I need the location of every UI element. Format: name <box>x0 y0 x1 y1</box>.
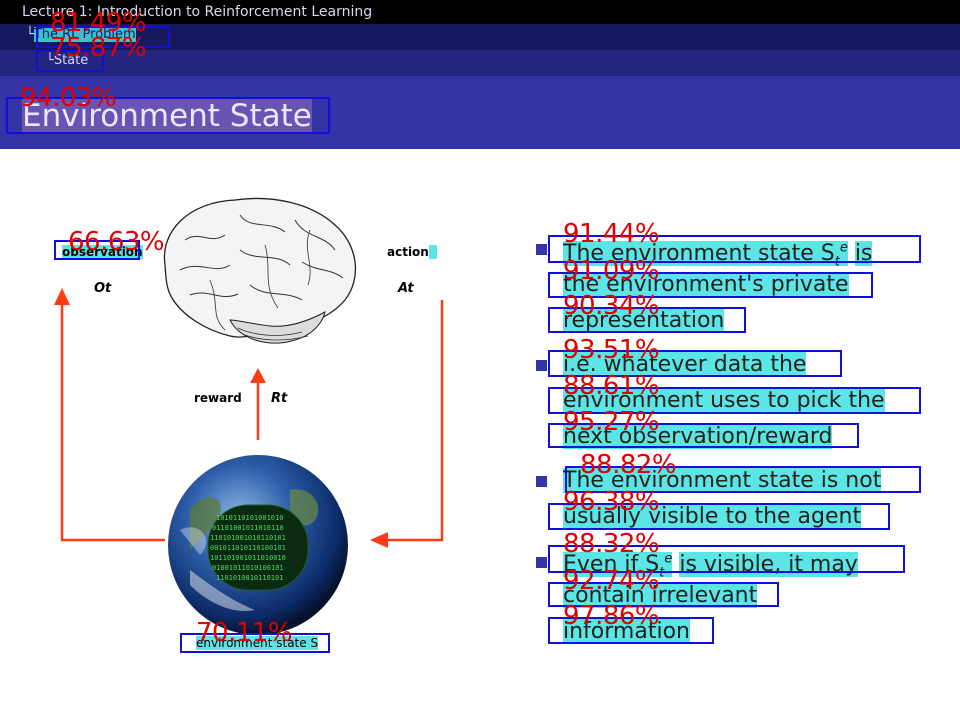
svg-text:01101001011010110: 01101001011010110 <box>212 524 284 532</box>
confidence-score: 75.87% <box>50 33 147 63</box>
bullet-marker <box>536 557 547 568</box>
confidence-score: 92.74% <box>563 566 660 596</box>
confidence-score: 95.27% <box>563 407 660 437</box>
confidence-score: 66.63% <box>68 227 165 257</box>
confidence-score: 91.09% <box>563 256 660 286</box>
observation-arrow <box>60 300 165 542</box>
reward-label: reward <box>194 391 242 405</box>
reward-symbol: Rt <box>271 391 288 406</box>
action-arrow <box>385 300 444 542</box>
confidence-score: 91.44% <box>563 219 660 249</box>
brain-icon <box>163 197 357 344</box>
confidence-score: 88.32% <box>563 529 660 559</box>
bullet-marker <box>536 476 547 487</box>
confidence-score: 96.38% <box>563 487 660 517</box>
earth-icon: 1010110101001010 01101001011010110 11010… <box>168 455 348 635</box>
svg-text:101101001011010010: 101101001011010010 <box>210 554 286 562</box>
svg-text:01001011010100101: 01001011010100101 <box>212 564 284 572</box>
action-symbol: At <box>398 281 414 296</box>
svg-text:1101010010110101: 1101010010110101 <box>216 574 283 582</box>
action-label: action <box>387 245 438 259</box>
confidence-score: 90.34% <box>563 291 660 321</box>
confidence-score: 97.86% <box>563 601 660 631</box>
svg-text:1010110101001010: 1010110101001010 <box>216 514 283 522</box>
confidence-score: 88.82% <box>580 450 677 480</box>
confidence-score: 94.03% <box>20 83 117 113</box>
svg-text:110101001010110101: 110101001010110101 <box>210 534 286 542</box>
svg-text:001011010110100101: 001011010110100101 <box>210 544 286 552</box>
confidence-score: 70.11% <box>196 618 293 648</box>
observation-symbol: Ot <box>94 281 112 296</box>
bullet-marker <box>536 244 547 255</box>
confidence-score: 88.61% <box>563 371 660 401</box>
bullet-marker <box>536 360 547 371</box>
confidence-score: 93.51% <box>563 335 660 365</box>
tree-connector: └ <box>26 27 34 42</box>
agent-environment-diagram: 1010110101001010 01101001011010110 11010… <box>54 197 444 635</box>
